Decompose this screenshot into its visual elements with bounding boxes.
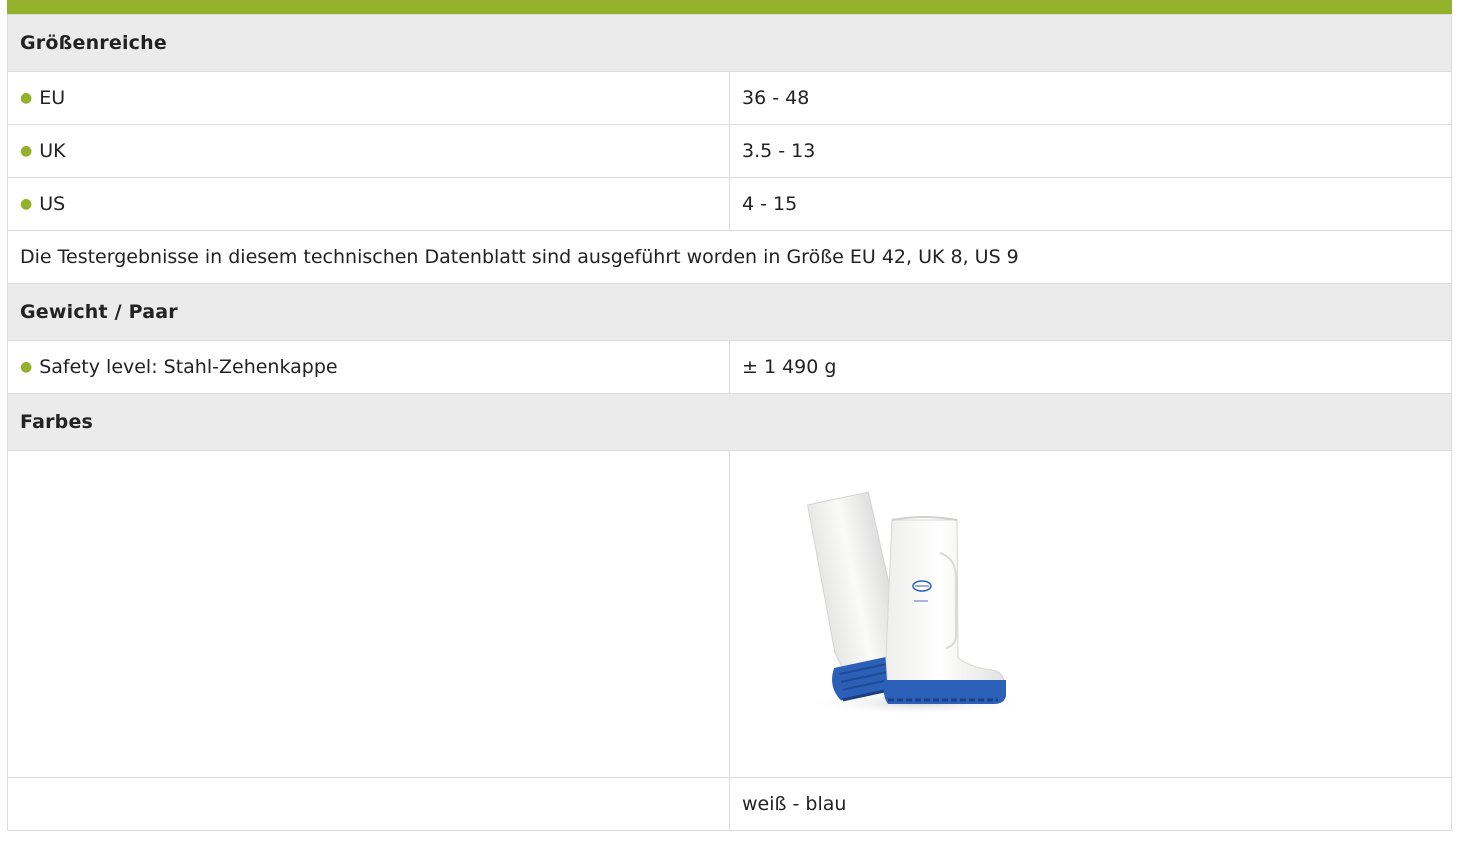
section-title-weight: Gewicht / Paar — [7, 283, 1452, 341]
size-label-us: ● US — [7, 177, 730, 231]
weight-value: ± 1 490 g — [729, 340, 1452, 394]
boot-icon — [807, 491, 1027, 715]
accent-bar — [7, 0, 1452, 14]
weight-label: ● Safety level: Stahl-Zehenkappe — [7, 340, 730, 394]
spec-sheet: Größenreiche ● EU 36 - 48 ● UK 3.5 - 13 ● U… — [7, 0, 1452, 843]
empty-cell — [7, 777, 730, 831]
size-label-eu: ● EU — [7, 71, 730, 125]
bullet-icon: ● — [20, 143, 33, 159]
size-value-uk: 3.5 - 13 — [729, 124, 1452, 178]
section-title-sizes: Größenreiche — [7, 14, 1452, 72]
size-label-uk: ● UK — [7, 124, 730, 178]
bullet-icon: ● — [20, 196, 33, 212]
empty-cell — [7, 450, 730, 778]
white-blue-safety-boot-image — [742, 458, 1060, 768]
table-row: ● UK 3.5 - 13 — [7, 124, 1452, 178]
image-cell — [729, 450, 1452, 778]
size-value-eu: 36 - 48 — [729, 71, 1452, 125]
bullet-icon: ● — [20, 359, 33, 375]
size-value-us: 4 - 15 — [729, 177, 1452, 231]
table-row: ● EU 36 - 48 — [7, 71, 1452, 125]
bullet-icon: ● — [20, 90, 33, 106]
section-title-colors: Farbes — [7, 393, 1452, 451]
color-name: weiß - blau — [729, 777, 1452, 831]
size-test-note: Die Testergebnisse in diesem technischen… — [7, 230, 1452, 284]
table-row: ● Safety level: Stahl-Zehenkappe ± 1 490 … — [7, 340, 1452, 394]
table-row: weiß - blau — [7, 777, 1452, 831]
table-row — [7, 450, 1452, 778]
spec-table: Größenreiche ● EU 36 - 48 ● UK 3.5 - 13 ● U… — [7, 14, 1452, 831]
table-row: ● US 4 - 15 — [7, 177, 1452, 231]
